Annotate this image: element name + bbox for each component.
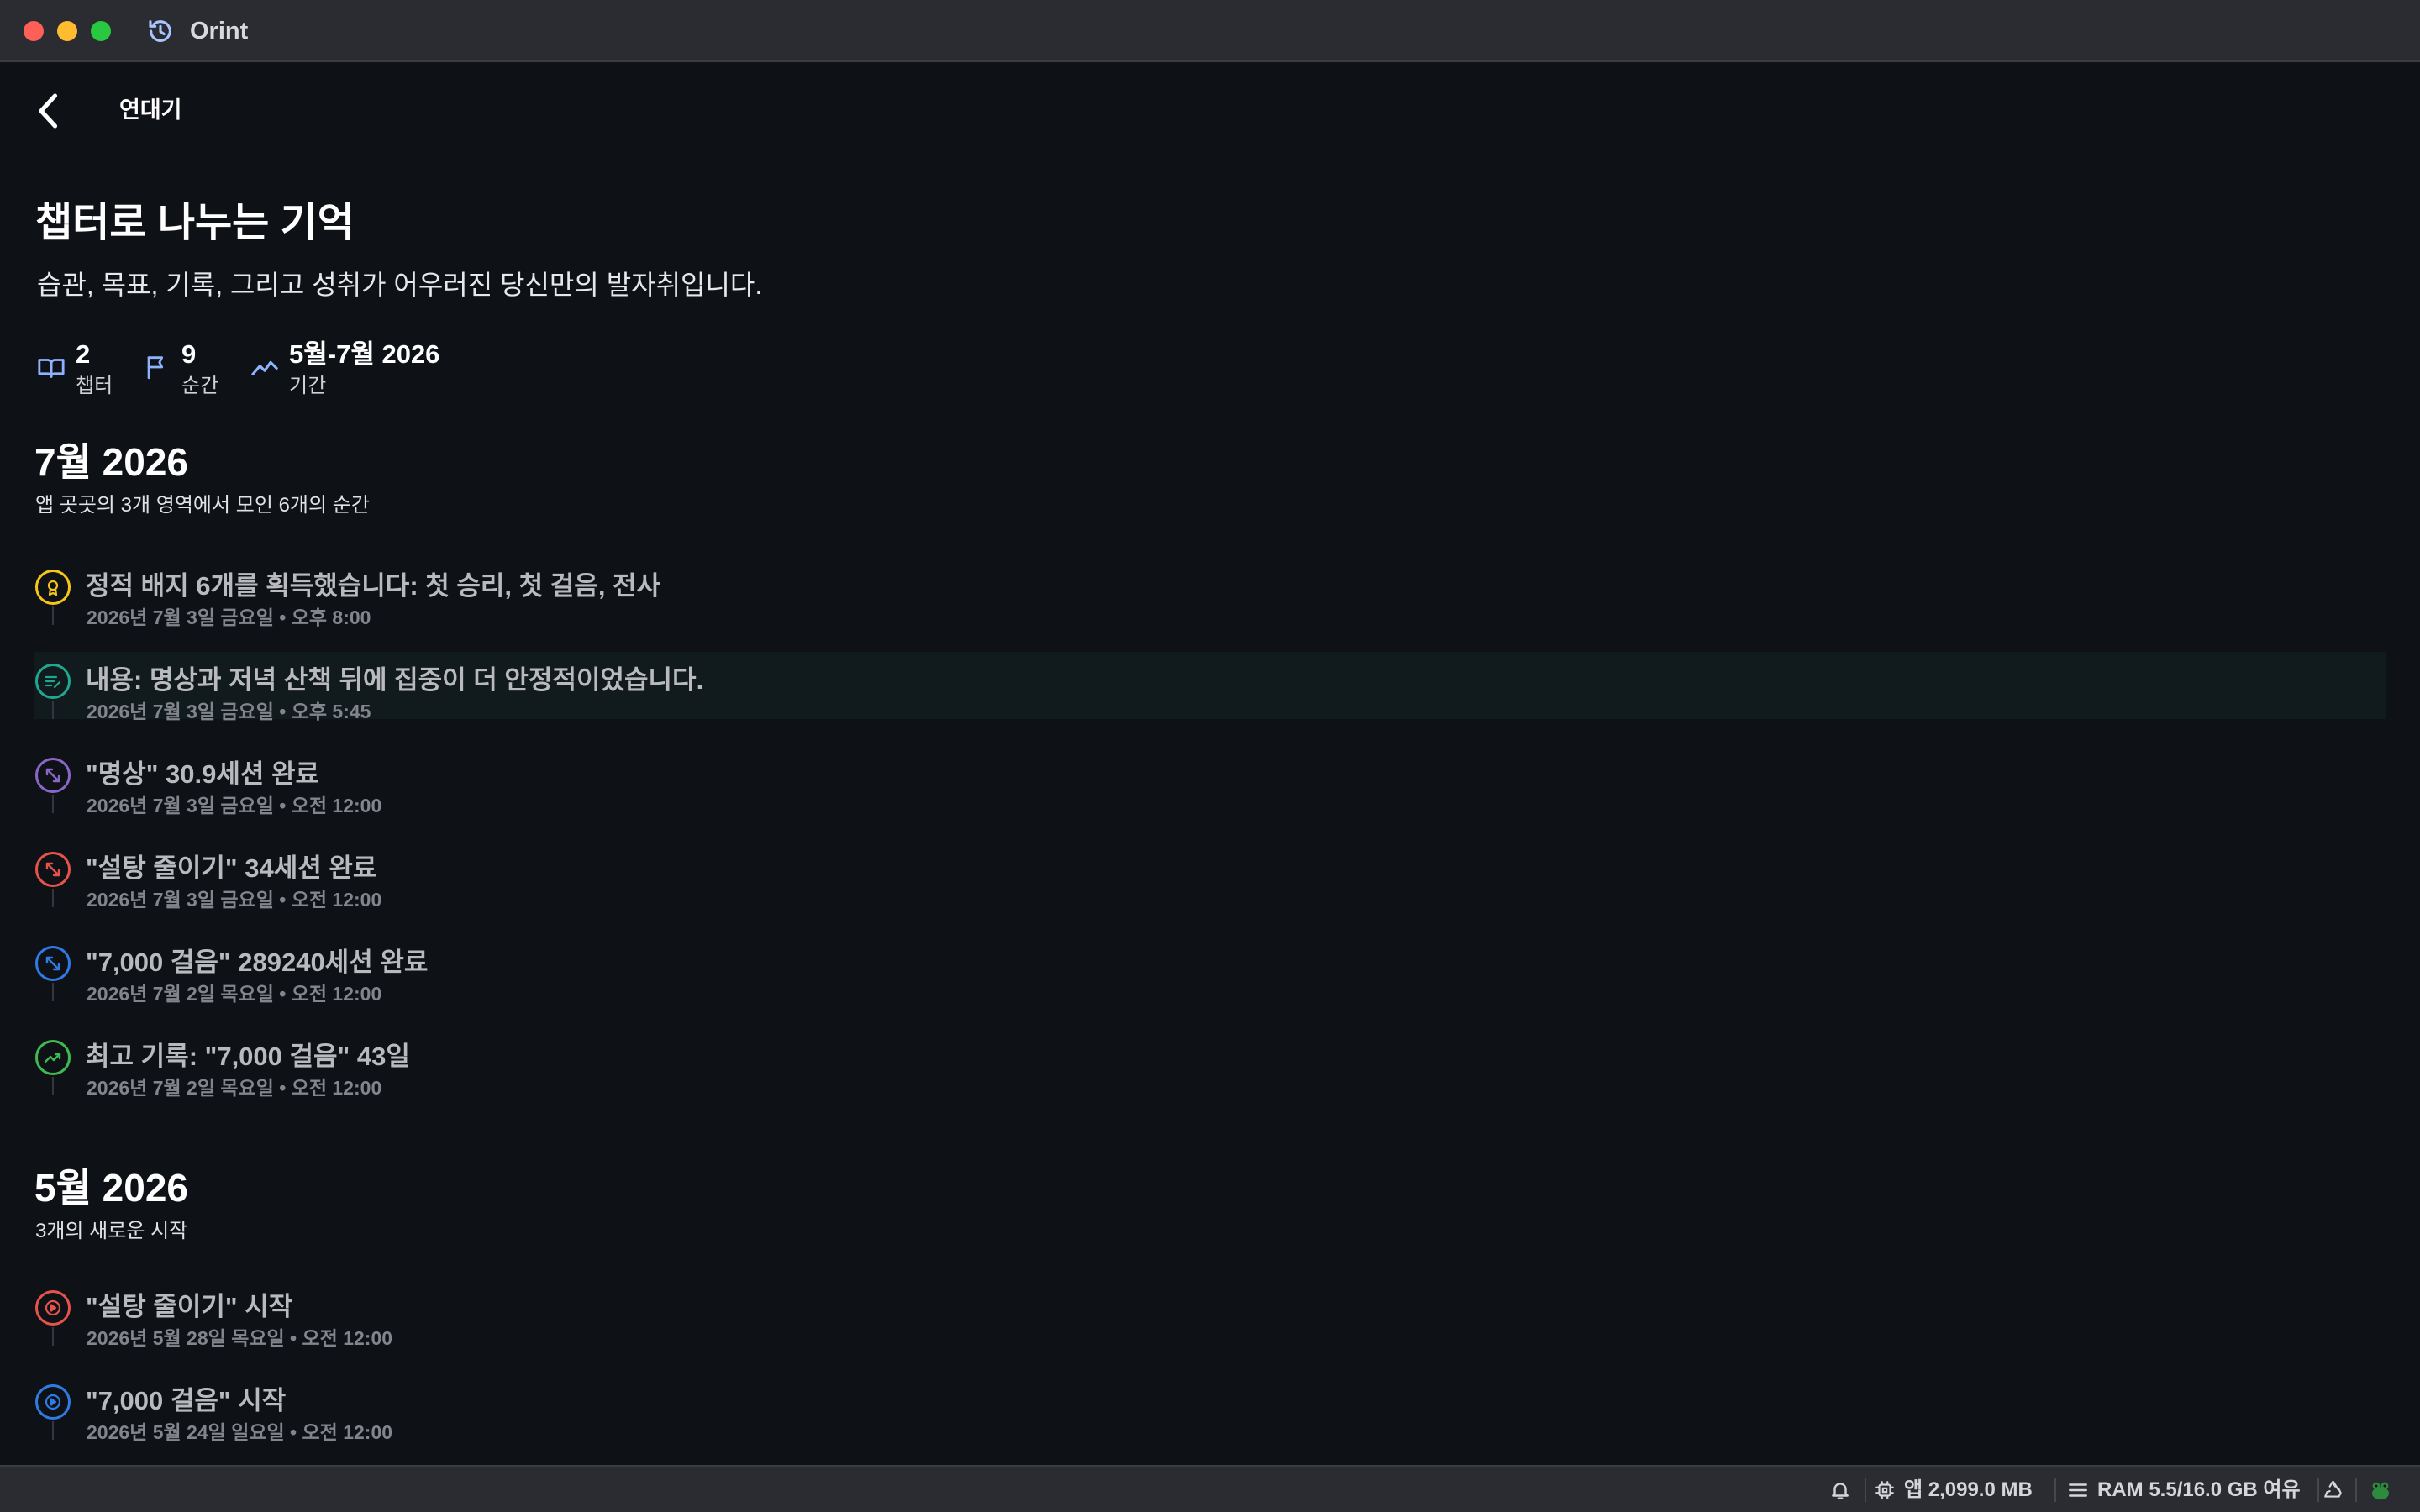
hero-title: 챕터로 나누는 기억: [35, 201, 355, 245]
history-icon: [149, 20, 171, 42]
event-date: 2026년 7월 3일 금요일 • 오전 12:00: [87, 795, 382, 816]
bell-icon[interactable]: [1829, 1479, 1851, 1501]
event-date: 2026년 7월 3일 금요일 • 오전 12:00: [87, 889, 382, 911]
app-title: Orint: [190, 18, 249, 45]
event-date: 2026년 7월 3일 금요일 • 오후 5:45: [87, 701, 371, 722]
zoom-window-button[interactable]: [91, 21, 111, 41]
timeline-event[interactable]: "명상" 30.9세션 완료 2026년 7월 3일 금요일 • 오전 12:0…: [34, 746, 2386, 816]
section-subtitle-july: 앱 곳곳의 3개 영역에서 모인 6개의 순간: [35, 494, 370, 517]
stat-label: 챕터: [76, 375, 113, 397]
timeline-event[interactable]: "7,000 걸음" 시작 2026년 5월 24일 일요일 • 오전 12:0…: [34, 1373, 2386, 1443]
trend-up-icon: [35, 1040, 71, 1075]
event-date: 2026년 7월 2일 목요일 • 오전 12:00: [87, 983, 382, 1005]
shrink-arrows-icon: [35, 852, 71, 887]
event-date: 2026년 7월 2일 목요일 • 오전 12:00: [87, 1077, 382, 1099]
hero-subtitle: 습관, 목표, 기록, 그리고 성취가 어우러진 당신만의 발자취입니다.: [37, 270, 763, 300]
close-window-button[interactable]: [24, 21, 44, 41]
stat-value: 5월-7월 2026: [289, 339, 440, 369]
event-title: "7,000 걸음" 시작: [86, 1386, 287, 1415]
stat-label: 순간: [182, 375, 219, 397]
chevron-left-icon[interactable]: [34, 91, 64, 131]
play-circle-icon: [35, 1290, 71, 1326]
shrink-arrows-icon: [35, 758, 71, 793]
event-title: "7,000 걸음" 289240세션 완료: [86, 948, 429, 977]
event-title: 최고 기록: "7,000 걸음" 43일: [86, 1042, 410, 1071]
ram-usage: RAM 5.5/16.0 GB 여유: [2097, 1478, 2301, 1501]
open-book-icon: [38, 359, 65, 378]
flag-icon: [147, 356, 164, 380]
section-title-july: 7월 2026: [34, 440, 189, 484]
minimize-window-button[interactable]: [57, 21, 77, 41]
note-edit-icon: [35, 664, 71, 699]
timeline-event[interactable]: 정적 배지 6개를 획득했습니다: 첫 승리, 첫 걸음, 전사 2026년 7…: [34, 558, 2386, 628]
event-date: 2026년 5월 28일 목요일 • 오전 12:00: [87, 1327, 393, 1349]
timeline-event[interactable]: "설탕 줄이기" 34세션 완료 2026년 7월 3일 금요일 • 오전 12…: [34, 840, 2386, 911]
status-bar: 앱 2,099.0 MB RAM 5.5/16.0 GB 여유: [0, 1465, 2420, 1512]
event-title: "명상" 30.9세션 완료: [86, 759, 320, 789]
timeline-event[interactable]: 내용: 명상과 저녁 산책 뒤에 집중이 더 안정적이었습니다. 2026년 7…: [34, 652, 2386, 722]
event-title: "설탕 줄이기" 34세션 완료: [86, 853, 377, 883]
event-title: "설탕 줄이기" 시작: [86, 1292, 293, 1321]
timeline-event[interactable]: "설탕 줄이기" 시작 2026년 5월 28일 목요일 • 오전 12:00: [34, 1278, 2386, 1349]
page-title: 연대기: [119, 97, 182, 123]
event-title: 내용: 명상과 저녁 산책 뒤에 집중이 더 안정적이었습니다.: [86, 665, 704, 695]
timeline-event[interactable]: 최고 기록: "7,000 걸음" 43일 2026년 7월 2일 목요일 • …: [34, 1028, 2386, 1099]
play-circle-icon: [35, 1384, 71, 1420]
event-title: 정적 배지 6개를 획득했습니다: 첫 승리, 첫 걸음, 전사: [86, 571, 661, 601]
chip-icon: [1876, 1481, 1894, 1499]
stat-value: 9: [182, 339, 197, 369]
event-date: 2026년 5월 24일 일요일 • 오전 12:00: [87, 1421, 393, 1443]
app-memory: 앱 2,099.0 MB: [1904, 1478, 2033, 1501]
storage-icon: [2069, 1483, 2087, 1497]
section-subtitle-may: 3개의 새로운 시작: [35, 1220, 188, 1242]
recycle-icon[interactable]: [2323, 1479, 2344, 1501]
section-title-may: 5월 2026: [34, 1166, 189, 1210]
timeline-event[interactable]: "7,000 걸음" 289240세션 완료 2026년 7월 2일 목요일 •…: [34, 934, 2386, 1005]
frog-icon[interactable]: [2368, 1478, 2393, 1503]
trend-line-icon: [251, 360, 278, 376]
shrink-arrows-icon: [35, 946, 71, 981]
badge-icon: [35, 570, 71, 605]
title-bar: Orint: [0, 0, 2420, 62]
event-date: 2026년 7월 3일 금요일 • 오후 8:00: [87, 606, 371, 628]
stat-label: 기간: [289, 375, 327, 397]
stat-value: 2: [76, 339, 91, 369]
